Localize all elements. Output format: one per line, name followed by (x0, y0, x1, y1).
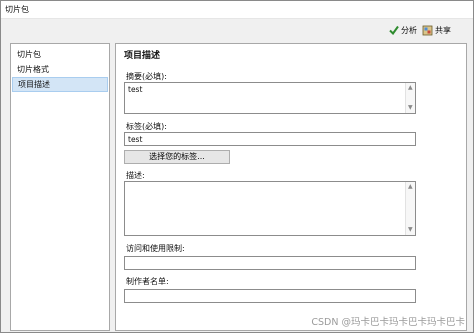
tags-input[interactable] (124, 132, 416, 146)
panel-title: 项目描述 (124, 51, 161, 61)
share-package-icon (422, 25, 433, 35)
share-button[interactable]: 共享 (422, 23, 451, 37)
scroll-down-icon[interactable]: ▼ (408, 227, 413, 233)
sidebar-item-label: 切片格式 (17, 65, 49, 74)
window-title: 切片包 (5, 5, 29, 14)
checkmark-icon (389, 25, 399, 35)
tags-label: 标签(必填): (126, 122, 167, 131)
analyze-label: 分析 (401, 25, 417, 35)
credits-input[interactable] (124, 289, 416, 303)
summary-scrollbar[interactable]: ▲ ▼ (405, 83, 415, 113)
credits-label: 制作者名单: (126, 277, 169, 286)
toolbar: 分析 共享 (1, 19, 473, 41)
sidebar-item-label: 项目描述 (18, 80, 50, 89)
scroll-up-icon[interactable]: ▲ (408, 184, 413, 190)
summary-value: test (128, 85, 143, 94)
sidebar-item-tile-format[interactable]: 切片格式 (12, 62, 108, 77)
scroll-up-icon[interactable]: ▲ (408, 85, 413, 91)
watermark: CSDN @玛卡巴卡玛卡巴卡玛卡巴卡 (311, 317, 465, 328)
description-scrollbar[interactable]: ▲ ▼ (405, 182, 415, 235)
access-constraints-label: 访问和使用限制: (126, 244, 185, 253)
summary-label: 摘要(必填): (126, 72, 167, 81)
dialog-window: 切片包 分析 共享 切片包 切片格式 项目描述 项目描述 摘要(必填): tes… (0, 0, 474, 333)
sidebar-list: 切片包 切片格式 项目描述 (10, 43, 110, 331)
description-field[interactable]: ▲ ▼ (124, 181, 416, 236)
summary-field[interactable]: test ▲ ▼ (124, 82, 416, 114)
item-description-panel: 项目描述 摘要(必填): test ▲ ▼ 标签(必填): 选择您的标签... … (115, 43, 467, 331)
sidebar-item-tile-package[interactable]: 切片包 (12, 47, 108, 62)
analyze-button[interactable]: 分析 (389, 23, 417, 37)
access-constraints-input[interactable] (124, 256, 416, 270)
sidebar-item-label: 切片包 (17, 50, 41, 59)
title-bar: 切片包 (1, 1, 473, 19)
description-label: 描述: (126, 171, 145, 180)
scroll-down-icon[interactable]: ▼ (408, 105, 413, 111)
choose-tags-button[interactable]: 选择您的标签... (124, 150, 230, 164)
sidebar-item-item-description[interactable]: 项目描述 (12, 77, 108, 92)
share-label: 共享 (435, 25, 451, 35)
